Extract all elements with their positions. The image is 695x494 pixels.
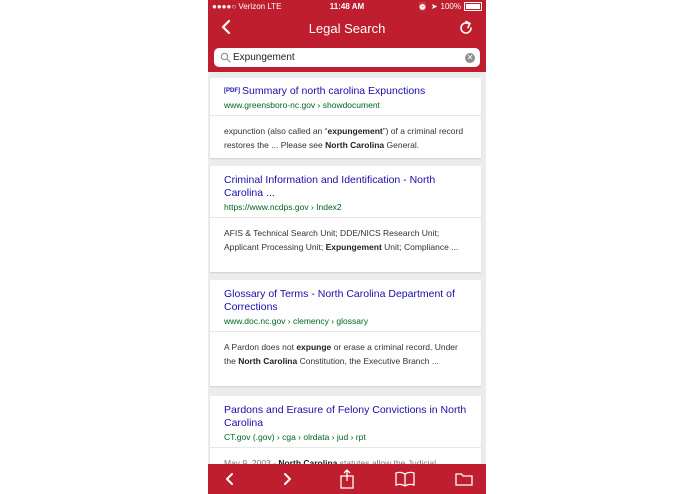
folder-button[interactable] <box>444 464 484 494</box>
snippet-text: General. <box>384 140 420 150</box>
status-right: ⏰ ➤ 100% <box>418 2 482 11</box>
result-card[interactable]: Glossary of Terms - North Carolina Depar… <box>210 280 481 386</box>
snippet-text: expunction (also called an “ <box>224 126 328 136</box>
snippet-text: A Pardon does not <box>224 342 297 352</box>
snippet-highlight: expungement <box>327 126 383 136</box>
battery-icon <box>464 2 482 11</box>
alarm-icon: ⏰ <box>417 2 428 11</box>
result-title[interactable]: [PDF] Summary of north carolina Expunctio… <box>224 85 467 98</box>
phone-screen: ●●●●○ Verizon LTE 11:48 AM ⏰ ➤ 100% Lega… <box>208 0 486 494</box>
snippet-text: Unit; Compliance ... <box>381 242 459 252</box>
result-url[interactable]: CT.gov (.gov) › cga › olrdata › jud › rp… <box>224 432 467 442</box>
share-icon <box>340 469 354 489</box>
result-url[interactable]: www.doc.nc.gov › clemency › glossary <box>224 316 467 326</box>
forward-arrow-icon <box>284 473 291 485</box>
result-title[interactable]: Pardons and Erasure of Felony Conviction… <box>224 404 467 430</box>
back-arrow-icon <box>226 473 233 485</box>
result-card[interactable]: Criminal Information and Identification … <box>210 166 481 272</box>
folder-icon <box>455 473 473 486</box>
pdf-tag: [PDF] <box>224 88 240 94</box>
page-title: Legal Search <box>308 21 386 36</box>
nav-bar: Legal Search <box>208 14 486 44</box>
back-nav-button[interactable] <box>210 464 250 494</box>
bottom-toolbar <box>208 464 486 494</box>
snippet-highlight: expunge <box>296 342 332 352</box>
search-bar: Expungement ✕ <box>208 44 486 72</box>
forward-nav-button[interactable] <box>267 464 307 494</box>
result-card[interactable]: [PDF] Summary of north carolina Expunctio… <box>210 78 481 158</box>
battery-percent: 100% <box>440 2 461 11</box>
bookmarks-button[interactable] <box>385 464 425 494</box>
search-query: Expungement <box>233 52 295 63</box>
search-icon <box>220 52 231 63</box>
status-bar: ●●●●○ Verizon LTE 11:48 AM ⏰ ➤ 100% <box>208 0 486 14</box>
snippet-highlight: North Carolina <box>325 140 385 150</box>
result-snippet: AFIS & Technical Search Unit; DDE/NICS R… <box>210 218 481 264</box>
bookmarks-icon <box>395 471 415 487</box>
snippet-text: Constitution, the Executive Branch ... <box>297 356 439 366</box>
snippet-highlight: Expungement <box>325 242 382 252</box>
clear-icon[interactable]: ✕ <box>465 53 475 63</box>
result-snippet: A Pardon does not expunge or erase a cri… <box>210 332 481 378</box>
result-title[interactable]: Criminal Information and Identification … <box>224 174 467 200</box>
result-url[interactable]: https://www.ncdps.gov › Index2 <box>224 202 467 212</box>
snippet-highlight: North Carolina <box>238 356 298 366</box>
result-url[interactable]: www.greensboro-nc.gov › showdocument <box>224 100 467 110</box>
result-title[interactable]: Glossary of Terms - North Carolina Depar… <box>224 288 467 314</box>
refresh-icon <box>460 20 472 34</box>
share-button[interactable] <box>327 464 367 494</box>
location-icon: ➤ <box>430 2 438 11</box>
result-snippet: expunction (also called an “expungement”… <box>210 116 481 162</box>
refresh-button[interactable] <box>457 19 475 37</box>
